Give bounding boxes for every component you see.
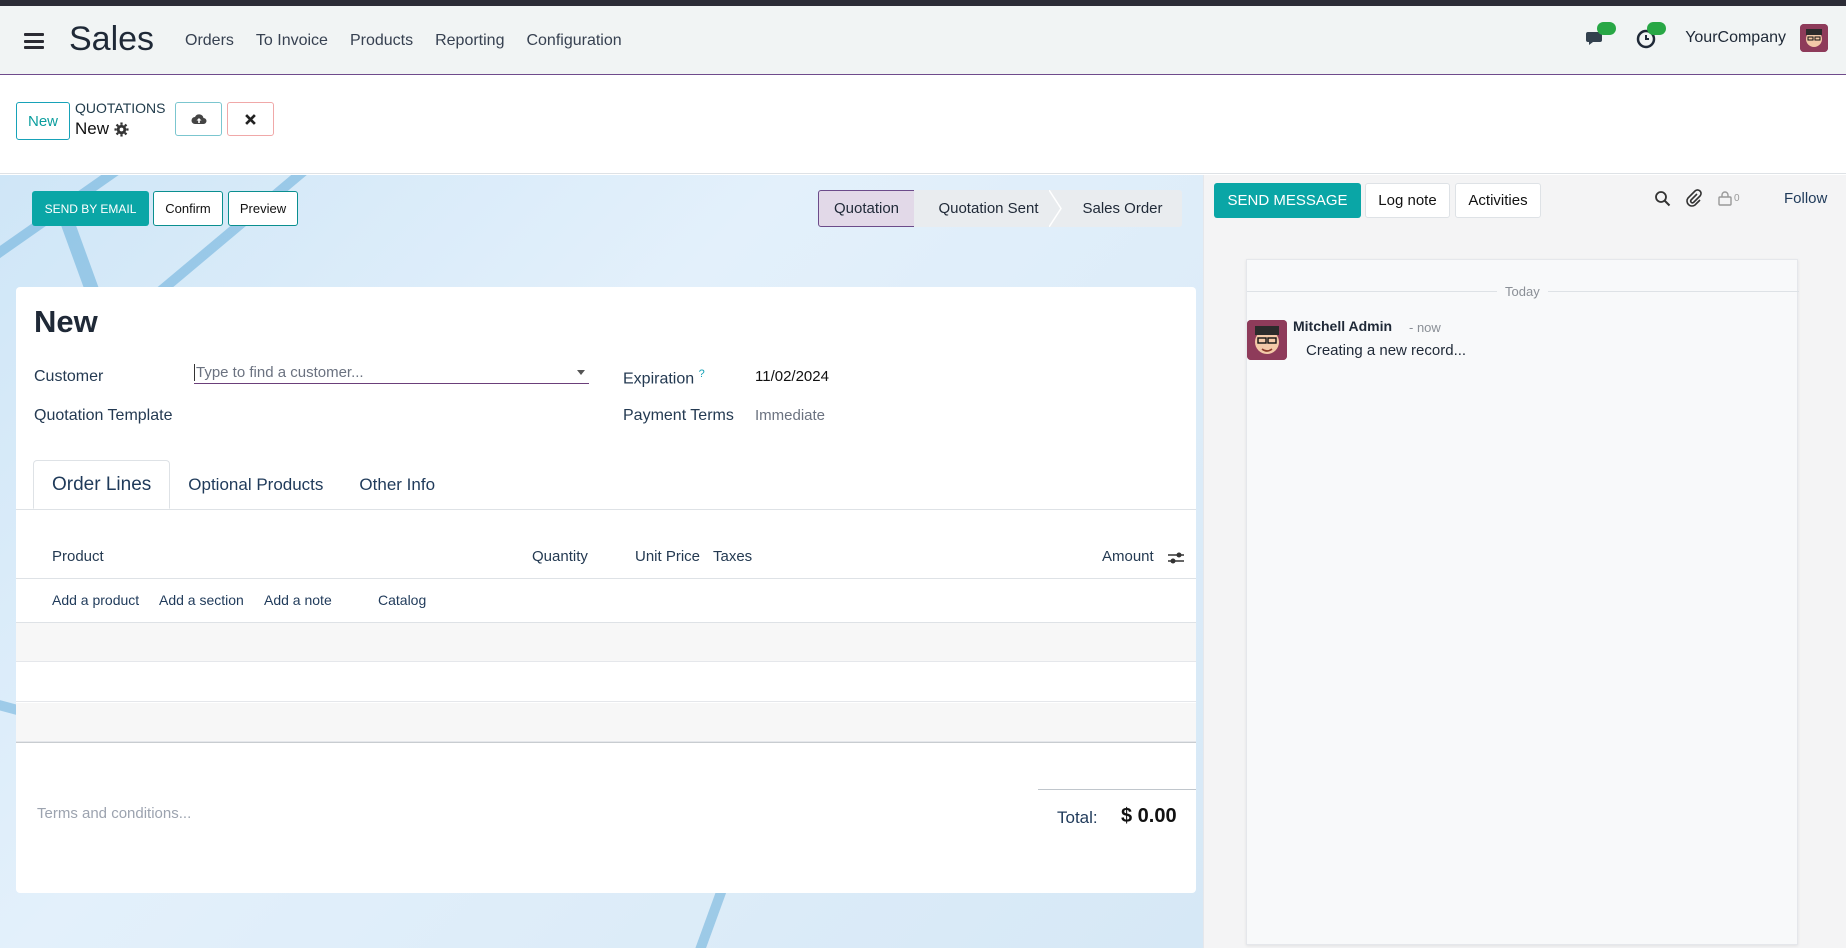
- message-thread: Today Mitchell Admin - now Creating a ne…: [1246, 259, 1799, 945]
- catalog-link[interactable]: Catalog: [378, 592, 426, 608]
- send-by-email-button[interactable]: SEND BY EMAIL: [32, 191, 149, 226]
- author-avatar[interactable]: [1247, 320, 1287, 360]
- user-avatar[interactable]: [1800, 24, 1828, 52]
- company-switcher[interactable]: YourCompany: [1685, 29, 1786, 47]
- stage-arrow: [1049, 190, 1063, 227]
- notebook-tabs: Order Lines Optional Products Other Info: [33, 460, 453, 509]
- tab-other-info[interactable]: Other Info: [341, 460, 453, 509]
- form-area: SEND BY EMAIL Confirm Preview Quotation …: [0, 175, 1203, 948]
- quotation-template-label: Quotation Template: [34, 407, 173, 424]
- table-bottom-divider: [16, 742, 1196, 743]
- add-product-link[interactable]: Add a product: [52, 592, 139, 608]
- column-settings-icon[interactable]: [1167, 550, 1185, 566]
- chatter-tools: 0: [1654, 189, 1740, 207]
- close-icon: [245, 113, 256, 125]
- discard-button[interactable]: [227, 102, 274, 136]
- record-title: New: [34, 304, 98, 339]
- date-separator: Today: [1497, 284, 1548, 299]
- table-row: [16, 623, 1196, 662]
- customer-label: Customer: [34, 368, 104, 385]
- message-body: Creating a new record...: [1306, 342, 1467, 359]
- total-label: Total:: [1057, 808, 1098, 827]
- status-bar: Quotation Quotation Sent Sales Order: [818, 190, 1182, 227]
- expiration-label-text: Expiration: [623, 370, 695, 388]
- customer-input[interactable]: Type to find a customer...: [194, 364, 589, 384]
- column-taxes[interactable]: Taxes: [713, 548, 752, 565]
- help-icon[interactable]: ?: [699, 368, 705, 380]
- activity-clock-icon[interactable]: [1635, 22, 1667, 50]
- app-title[interactable]: Sales: [69, 20, 154, 59]
- app-menu: Orders To Invoice Products Reporting Con…: [185, 32, 644, 50]
- add-note-link[interactable]: Add a note: [264, 592, 332, 608]
- app-menu-icon[interactable]: [24, 33, 44, 49]
- send-message-button[interactable]: SEND MESSAGE: [1214, 183, 1361, 218]
- messages-badge: [1597, 22, 1617, 35]
- followers-icon[interactable]: [1718, 190, 1732, 206]
- table-row: [16, 663, 1196, 702]
- terms-and-conditions-field[interactable]: Terms and conditions...: [37, 805, 191, 822]
- expiration-label: Expiration ?: [623, 368, 705, 388]
- column-amount[interactable]: Amount: [1102, 548, 1154, 565]
- total-amount: $ 0.00: [1121, 805, 1177, 827]
- breadcrumb-quotations[interactable]: QUOTATIONS: [75, 100, 165, 116]
- breadcrumb-current-label: New: [75, 119, 110, 138]
- new-button[interactable]: New: [16, 102, 70, 140]
- breadcrumb-current: New: [75, 119, 129, 139]
- column-quantity[interactable]: Quantity: [532, 548, 588, 565]
- log-note-button[interactable]: Log note: [1365, 183, 1450, 218]
- payment-terms-field[interactable]: Immediate: [755, 407, 825, 424]
- followers-count: 0: [1734, 192, 1740, 204]
- payment-terms-label: Payment Terms: [623, 407, 734, 424]
- messages-icon[interactable]: [1585, 22, 1617, 50]
- menu-to-invoice[interactable]: To Invoice: [256, 32, 328, 50]
- main-navbar: Sales Orders To Invoice Products Reporti…: [0, 6, 1846, 75]
- stage-quotation-sent[interactable]: Quotation Sent: [914, 190, 1049, 227]
- column-product[interactable]: Product: [52, 548, 104, 565]
- menu-orders[interactable]: Orders: [185, 32, 234, 50]
- confirm-button[interactable]: Confirm: [153, 191, 223, 226]
- follow-button[interactable]: Follow: [1784, 190, 1827, 207]
- table-row: [16, 703, 1196, 742]
- tabs-divider: [16, 509, 1196, 510]
- gear-icon[interactable]: [114, 121, 129, 137]
- table-header-divider: [16, 578, 1196, 579]
- control-panel: New QUOTATIONS New: [0, 76, 1846, 174]
- add-section-link[interactable]: Add a section: [159, 592, 244, 608]
- chevron-down-icon[interactable]: [577, 370, 585, 375]
- menu-configuration[interactable]: Configuration: [526, 32, 621, 50]
- preview-button[interactable]: Preview: [228, 191, 298, 226]
- search-icon[interactable]: [1654, 190, 1671, 207]
- menu-reporting[interactable]: Reporting: [435, 32, 504, 50]
- paperclip-icon[interactable]: [1685, 189, 1702, 207]
- activity-badge: [1647, 22, 1667, 35]
- message-author[interactable]: Mitchell Admin: [1293, 318, 1392, 334]
- total-divider: [1038, 789, 1196, 790]
- systray: YourCompany: [1585, 22, 1828, 52]
- stage-quotation[interactable]: Quotation: [818, 190, 915, 227]
- menu-products[interactable]: Products: [350, 32, 413, 50]
- cloud-upload-icon: [191, 114, 206, 124]
- customer-placeholder: Type to find a customer...: [194, 364, 364, 381]
- chatter-panel: SEND MESSAGE Log note Activities 0 Follo…: [1203, 175, 1846, 948]
- save-button[interactable]: [175, 102, 222, 136]
- column-unit-price[interactable]: Unit Price: [635, 548, 700, 565]
- tab-order-lines[interactable]: Order Lines: [33, 460, 171, 509]
- stage-sales-order[interactable]: Sales Order: [1063, 190, 1182, 227]
- expiration-field[interactable]: 11/02/2024: [755, 368, 829, 385]
- activities-button[interactable]: Activities: [1455, 183, 1541, 218]
- tab-optional-products[interactable]: Optional Products: [170, 460, 341, 509]
- form-sheet: New Customer Type to find a customer... …: [16, 287, 1196, 893]
- message-time: - now: [1409, 320, 1441, 335]
